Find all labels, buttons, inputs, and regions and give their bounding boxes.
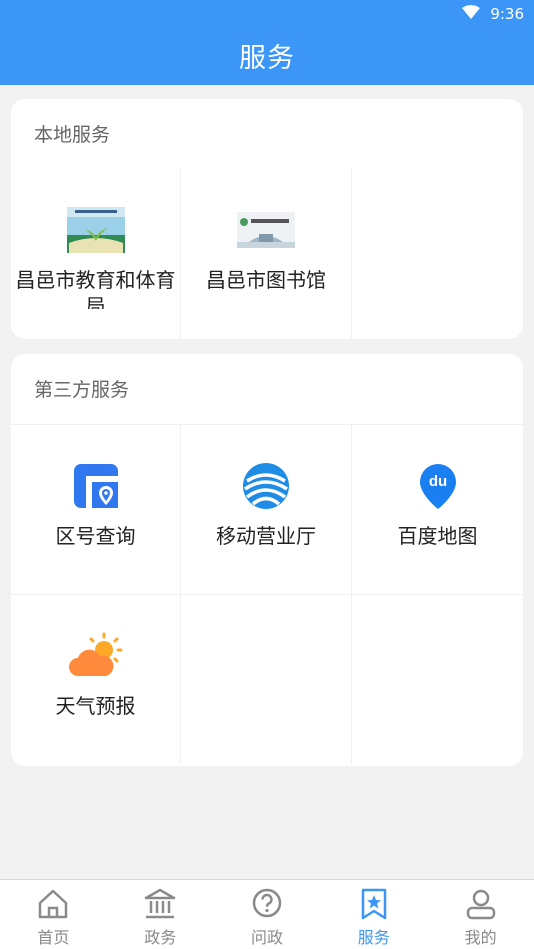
tab-label: 问政 [250, 928, 283, 947]
status-time: 9:36 [490, 5, 524, 23]
empty-cell [181, 594, 352, 764]
area-code-icon [67, 463, 125, 509]
education-bureau-logo [66, 207, 125, 253]
tab-label: 服务 [357, 928, 390, 947]
service-label: 区号查询 [55, 524, 136, 548]
third-party-services-card: 第三方服务 区号查询 移动营业厅 du 百度地图 天气预报 [11, 354, 523, 766]
service-label: 天气预报 [55, 694, 136, 718]
service-label: 昌邑市图书馆 [206, 268, 326, 292]
service-label: 移动营业厅 [216, 524, 316, 548]
tab-label: 首页 [37, 928, 70, 947]
service-label: 百度地图 [397, 524, 478, 548]
user-icon [466, 889, 495, 920]
status-bar: 9:36 [0, 0, 534, 28]
tab-government[interactable]: 政务 [107, 880, 214, 949]
service-star-icon [361, 888, 387, 920]
local-services-card: 本地服务 昌邑市教育和体育局 昌邑市图书馆 [11, 99, 523, 339]
app-header: 9:36 服务 [0, 0, 534, 85]
weather-icon [67, 632, 125, 679]
service-item-baidu-map[interactable]: du 百度地图 [352, 424, 523, 594]
service-label: 昌邑市教育和体育局 [15, 268, 176, 309]
tab-inquiry[interactable]: 问政 [214, 880, 321, 949]
service-item-area-code[interactable]: 区号查询 [11, 424, 181, 594]
tab-label: 我的 [464, 928, 497, 947]
service-item-china-mobile[interactable]: 移动营业厅 [181, 424, 352, 594]
tab-home[interactable]: 首页 [0, 880, 107, 949]
china-mobile-icon [237, 463, 295, 509]
tab-profile[interactable]: 我的 [427, 880, 534, 949]
service-item-weather[interactable]: 天气预报 [11, 594, 181, 764]
tab-services[interactable]: 服务 [320, 880, 427, 949]
question-icon [252, 888, 282, 918]
home-icon [39, 889, 68, 919]
service-item-education-bureau[interactable]: 昌邑市教育和体育局 [11, 169, 181, 339]
government-icon [144, 888, 176, 919]
service-item-library[interactable]: 昌邑市图书馆 [181, 169, 352, 339]
section-title: 第三方服务 [34, 379, 130, 401]
svg-text:du: du [428, 473, 446, 490]
library-logo [237, 207, 295, 253]
baidu-map-icon: du [409, 463, 467, 509]
empty-cell [352, 169, 523, 339]
wifi-icon [462, 5, 481, 23]
bottom-tab-bar: 首页 政务 问政 服务 我的 [0, 879, 534, 949]
section-title: 本地服务 [34, 124, 111, 146]
page-title: 服务 [239, 43, 295, 74]
tab-label: 政务 [144, 928, 177, 947]
empty-cell [352, 594, 523, 764]
